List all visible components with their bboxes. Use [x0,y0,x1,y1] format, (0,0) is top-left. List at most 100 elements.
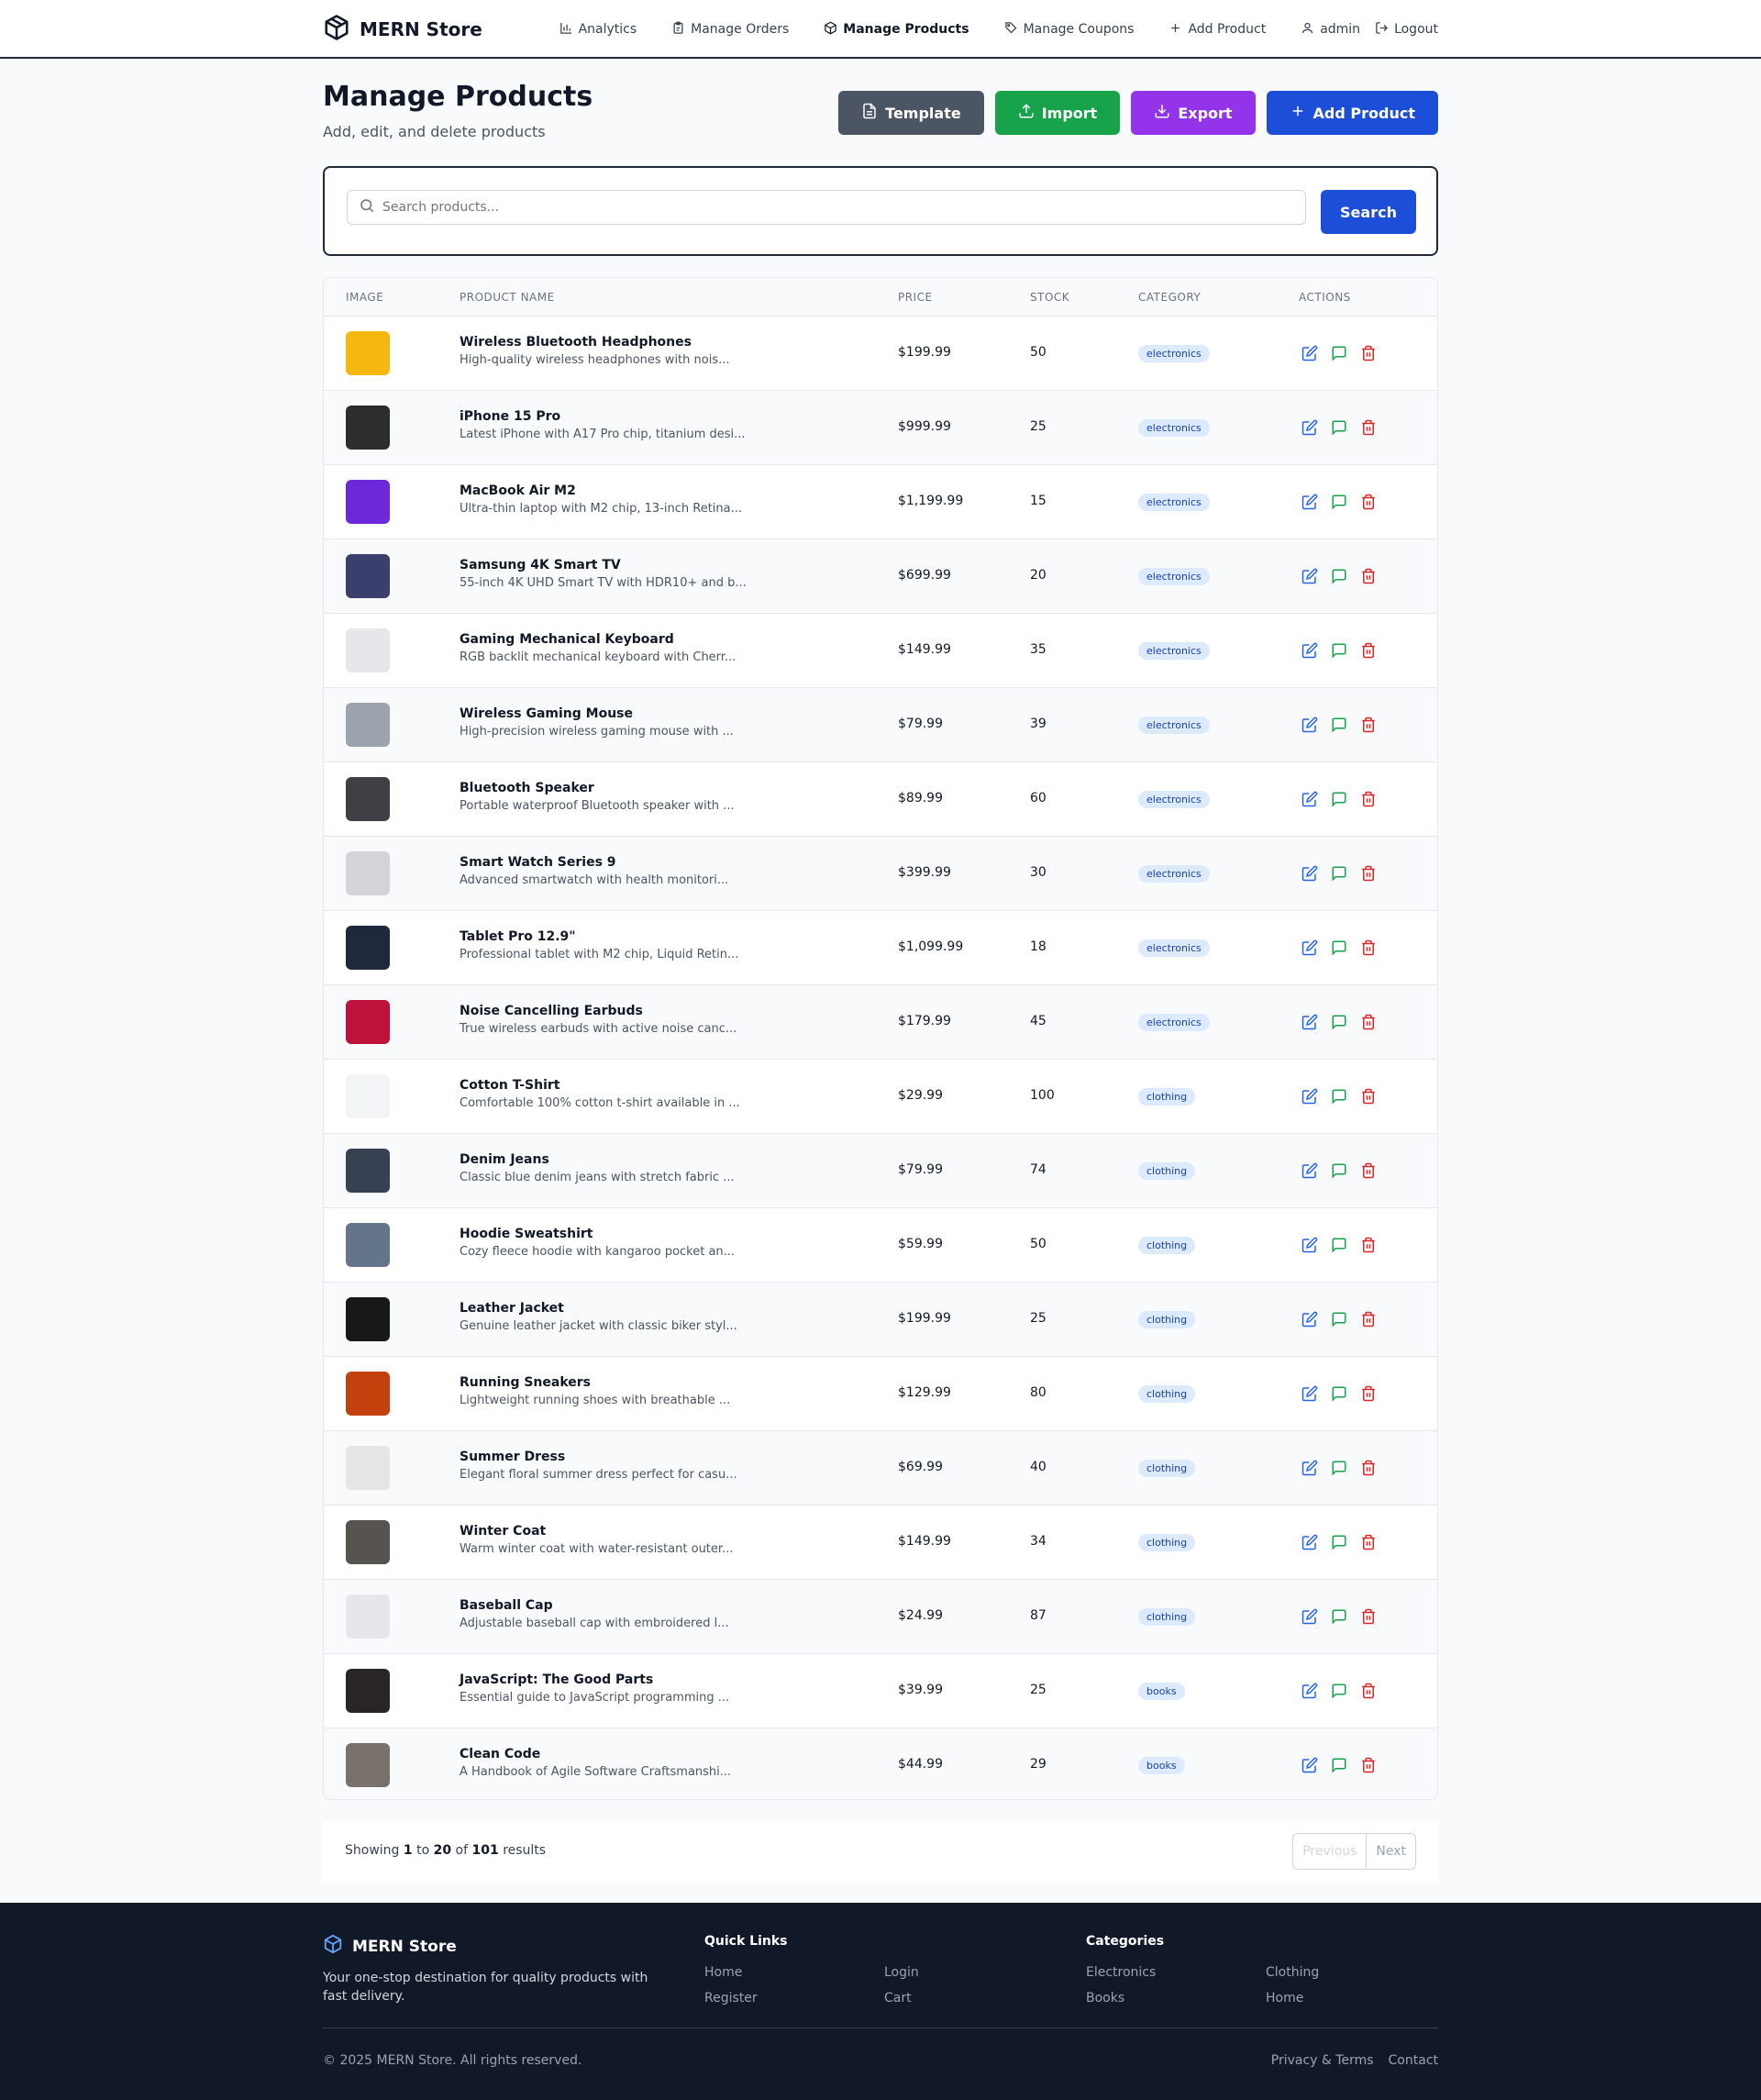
search-box [347,190,1306,225]
previous-button[interactable]: Previous [1292,1833,1368,1870]
delete-icon[interactable] [1360,1757,1377,1773]
edit-icon[interactable] [1301,717,1318,733]
search-button[interactable]: Search [1321,190,1416,234]
delete-icon[interactable] [1360,345,1377,361]
edit-icon[interactable] [1301,1237,1318,1253]
nav-manage-coupons[interactable]: Manage Coupons [1004,21,1134,39]
delete-icon[interactable] [1360,791,1377,807]
edit-icon[interactable] [1301,1683,1318,1699]
edit-icon[interactable] [1301,1608,1318,1625]
edit-icon[interactable] [1301,568,1318,584]
delete-icon[interactable] [1360,1683,1377,1699]
delete-icon[interactable] [1360,1237,1377,1253]
edit-icon[interactable] [1301,345,1318,361]
edit-icon[interactable] [1301,1757,1318,1773]
delete-icon[interactable] [1360,1534,1377,1550]
category-badge: clothing [1138,1534,1196,1551]
logout-button[interactable]: Logout [1375,21,1438,39]
review-icon[interactable] [1331,1088,1347,1105]
review-icon[interactable] [1331,1683,1347,1699]
template-button[interactable]: Template [838,91,984,135]
nav-add-product-label: Add Product [1188,22,1267,37]
top-navbar: MERN Store Analytics Manage Orders Manag… [0,0,1761,59]
nav-manage-products[interactable]: Manage Products [824,21,969,39]
review-icon[interactable] [1331,345,1347,361]
delete-icon[interactable] [1360,1385,1377,1402]
edit-icon[interactable] [1301,494,1318,510]
review-icon[interactable] [1331,494,1347,510]
review-icon[interactable] [1331,1311,1347,1328]
review-icon[interactable] [1331,1237,1347,1253]
delete-icon[interactable] [1360,568,1377,584]
nav-analytics[interactable]: Analytics [559,21,637,39]
delete-icon[interactable] [1360,494,1377,510]
nav-add-product[interactable]: Add Product [1168,21,1266,39]
review-icon[interactable] [1331,939,1347,956]
edit-icon[interactable] [1301,1385,1318,1402]
search-input[interactable] [382,200,1281,215]
user-menu[interactable]: admin [1301,21,1360,39]
product-name: Hoodie Sweatshirt [460,1227,593,1241]
delete-icon[interactable] [1360,939,1377,956]
footer-category-electronics[interactable]: Electronics [1086,1965,1156,1980]
footer-brand[interactable]: MERN Store [323,1934,457,1959]
footer-category-books[interactable]: Books [1086,1991,1124,2006]
edit-icon[interactable] [1301,1088,1318,1105]
delete-icon[interactable] [1360,1088,1377,1105]
delete-icon[interactable] [1360,865,1377,882]
review-icon[interactable] [1331,1460,1347,1476]
edit-icon[interactable] [1301,1460,1318,1476]
review-icon[interactable] [1331,1162,1347,1179]
edit-icon[interactable] [1301,1534,1318,1550]
edit-icon[interactable] [1301,419,1318,436]
delete-icon[interactable] [1360,1162,1377,1179]
edit-icon[interactable] [1301,1311,1318,1328]
edit-icon[interactable] [1301,642,1318,659]
table-row: Noise Cancelling Earbuds True wireless ea… [324,985,1437,1060]
delete-icon[interactable] [1360,1311,1377,1328]
edit-icon[interactable] [1301,1162,1318,1179]
brand-logo[interactable]: MERN Store [323,14,482,46]
edit-icon[interactable] [1301,865,1318,882]
review-icon[interactable] [1331,717,1347,733]
footer-link-cart[interactable]: Cart [884,1991,912,2006]
product-thumbnail [346,1223,390,1267]
review-icon[interactable] [1331,1385,1347,1402]
delete-icon[interactable] [1360,1014,1377,1030]
review-icon[interactable] [1331,1534,1347,1550]
nav-manage-orders[interactable]: Manage Orders [671,21,789,39]
category-badge: books [1138,1757,1185,1774]
export-button[interactable]: Export [1131,91,1256,135]
review-icon[interactable] [1331,1014,1347,1030]
review-icon[interactable] [1331,865,1347,882]
edit-icon[interactable] [1301,791,1318,807]
delete-icon[interactable] [1360,717,1377,733]
delete-icon[interactable] [1360,1460,1377,1476]
category-badge: electronics [1138,1014,1210,1031]
review-icon[interactable] [1331,419,1347,436]
product-price: $399.99 [898,865,951,880]
footer-category-clothing[interactable]: Clothing [1266,1965,1319,1980]
product-name: Noise Cancelling Earbuds [460,1004,643,1018]
add-product-button[interactable]: Add Product [1266,91,1438,135]
product-name: Running Sneakers [460,1375,592,1390]
delete-icon[interactable] [1360,1608,1377,1625]
review-icon[interactable] [1331,642,1347,659]
delete-icon[interactable] [1360,642,1377,659]
footer-link-login[interactable]: Login [884,1965,919,1980]
review-icon[interactable] [1331,1757,1347,1773]
review-icon[interactable] [1331,1608,1347,1625]
delete-icon[interactable] [1360,419,1377,436]
edit-icon[interactable] [1301,939,1318,956]
footer-link-home[interactable]: Home [704,1965,742,1980]
privacy-terms-link[interactable]: Privacy & Terms [1271,2053,1374,2068]
add-product-button-label: Add Product [1312,104,1415,122]
review-icon[interactable] [1331,791,1347,807]
review-icon[interactable] [1331,568,1347,584]
footer-category-home[interactable]: Home [1266,1991,1303,2006]
edit-icon[interactable] [1301,1014,1318,1030]
import-button[interactable]: Import [994,91,1121,135]
contact-link[interactable]: Contact [1389,2053,1438,2068]
footer-link-register[interactable]: Register [704,1991,758,2006]
next-button[interactable]: Next [1367,1833,1416,1870]
